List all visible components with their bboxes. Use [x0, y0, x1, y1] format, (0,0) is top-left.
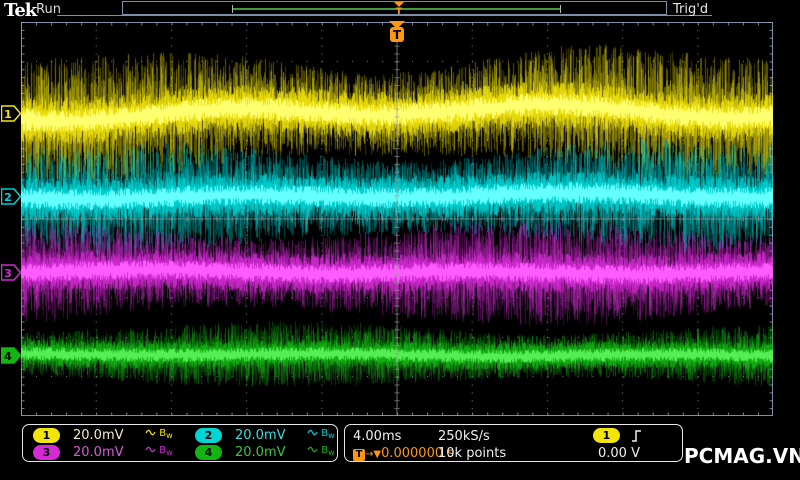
channel-4-scale: 20.0mV [235, 445, 286, 460]
channel-2-scale: 20.0mV [235, 428, 286, 443]
channel-3-marker-label: 3 [4, 267, 12, 280]
channel-1-marker[interactable]: 1 [1, 105, 22, 122]
ac-coupling-icon [145, 429, 156, 436]
ac-coupling-icon [307, 429, 318, 436]
timebase-readout: 4.00ms [353, 429, 402, 444]
sample-rate-readout: 250kS/s [438, 429, 490, 444]
trigger-source-badge[interactable]: 1 [593, 428, 620, 443]
trigger-slope-rising-icon [632, 430, 641, 442]
trigger-flag-t: T [393, 28, 402, 42]
trigger-level-readout: 0.00 V [598, 446, 640, 461]
center-crosshair [21, 22, 773, 416]
watermark: PCMAG.VN [684, 444, 800, 468]
horizontal-trigger-readout-box[interactable]: 4.00ms 250kS/s 1 T →▼0.000000 s 10k point… [344, 424, 683, 462]
channel-4-coupling: Bw [307, 445, 335, 457]
channel-2-marker-label: 2 [4, 191, 12, 204]
acquisition-preview-bar[interactable]: T [122, 1, 667, 15]
channel-4-marker-label: 4 [4, 350, 12, 363]
channel-4-badge[interactable]: 4 [195, 445, 222, 460]
trigger-t-icon: T [353, 449, 365, 461]
channel-4-marker[interactable]: 4 [1, 347, 22, 364]
record-start-bracket [232, 5, 233, 13]
trigger-position-flag[interactable]: T [388, 21, 406, 43]
trigger-position-mini-icon[interactable]: T [392, 1, 406, 15]
channel-readout-box[interactable]: 1 20.0mV Bw 2 20.0mV Bw 3 20.0mV Bw 4 20… [22, 424, 338, 462]
channel-1-coupling: Bw [145, 428, 173, 440]
ac-coupling-icon [307, 446, 318, 453]
trigger-status: Trig'd [673, 2, 709, 17]
channel-3-marker[interactable]: 3 [1, 264, 22, 281]
topbar-divider [57, 15, 712, 16]
channel-1-marker-label: 1 [4, 108, 12, 121]
tek-logo: Tek [4, 0, 37, 21]
oscilloscope-screen: Tek Run T Trig'd T 1 2 3 4 1 20.0mV Bw 2… [0, 0, 800, 480]
trigger-arrow-down-icon: ▼ [373, 449, 382, 460]
channel-2-coupling: Bw [307, 428, 335, 440]
channel-3-badge[interactable]: 3 [33, 445, 60, 460]
trigger-mini-t: T [396, 7, 403, 15]
channel-2-marker[interactable]: 2 [1, 188, 22, 205]
channel-1-scale: 20.0mV [73, 428, 124, 443]
record-length-readout: 10k points [438, 446, 507, 461]
channel-3-scale: 20.0mV [73, 445, 124, 460]
channel-3-coupling: Bw [145, 445, 173, 457]
ac-coupling-icon [145, 446, 156, 453]
channel-2-badge[interactable]: 2 [195, 428, 222, 443]
record-end-bracket [560, 5, 561, 13]
channel-1-badge[interactable]: 1 [33, 428, 60, 443]
